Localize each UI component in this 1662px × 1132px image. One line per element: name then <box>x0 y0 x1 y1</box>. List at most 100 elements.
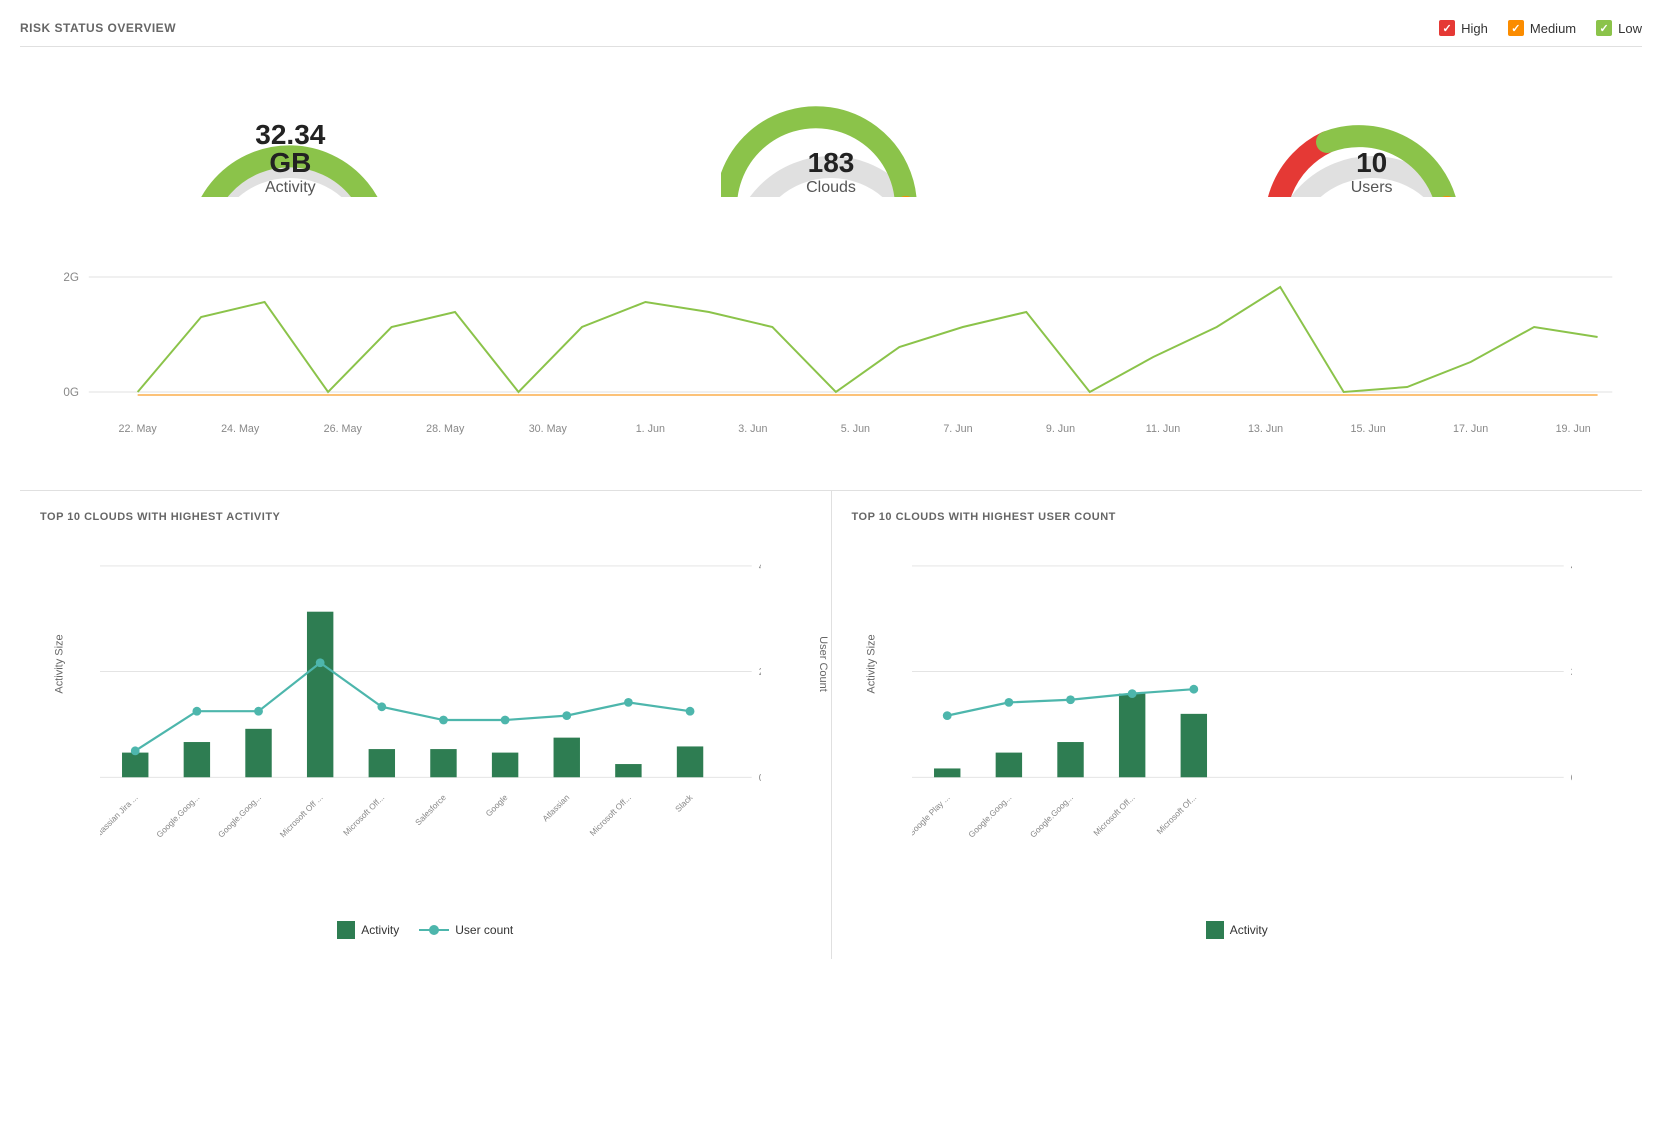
svg-text:Salesforce: Salesforce <box>413 792 448 827</box>
activity-legend-usercount-label: User count <box>455 923 513 937</box>
bar-0 <box>122 753 148 778</box>
activity-gauge-center: 32.34 GB Activity <box>235 121 345 197</box>
svg-text:Google.Goog...: Google.Goog... <box>966 792 1013 839</box>
svg-text:Atlassian Jira ...: Atlassian Jira ... <box>100 792 140 841</box>
svg-text:9. Jun: 9. Jun <box>1046 423 1075 435</box>
clouds-gauge-center: 183 Clouds <box>806 149 856 197</box>
svg-text:28. May: 28. May <box>426 423 465 435</box>
activity-legend-activity: Activity <box>337 921 399 939</box>
svg-text:Google.Goog...: Google.Goog... <box>1027 792 1074 839</box>
svg-text:Google.Goog...: Google.Goog... <box>216 792 263 839</box>
svg-text:22. May: 22. May <box>119 423 158 435</box>
risk-header: RISK STATUS OVERVIEW High Medium Low <box>20 20 1642 47</box>
medium-label: Medium <box>1530 21 1576 36</box>
bar-6 <box>492 753 518 778</box>
activity-legend-usercount: User count <box>419 921 513 939</box>
svg-text:0G: 0G <box>63 385 79 399</box>
activity-chart-panel: TOP 10 CLOUDS WITH HIGHEST ACTIVITY Acti… <box>20 491 832 959</box>
low-label: Low <box>1618 21 1642 36</box>
users-label: Users <box>1351 179 1393 197</box>
users-chart-legend: Activity <box>852 921 1623 939</box>
usercount-line-icon <box>419 929 449 931</box>
bar-4 <box>369 749 395 777</box>
activity-chart-title: TOP 10 CLOUDS WITH HIGHEST ACTIVITY <box>40 511 811 523</box>
bar-7 <box>554 738 580 778</box>
users-gauge: 10 Users <box>1222 77 1522 197</box>
svg-text:1. Jun: 1. Jun <box>636 423 665 435</box>
svg-text:Microsoft Off...: Microsoft Off... <box>1091 792 1136 837</box>
bar-1 <box>184 742 210 777</box>
svg-text:Atlassian: Atlassian <box>540 792 571 823</box>
high-checkbox[interactable] <box>1439 20 1455 36</box>
svg-text:40: 40 <box>1570 561 1572 572</box>
svg-text:Microsoft Off...: Microsoft Off... <box>588 792 633 837</box>
users-bar-0 <box>934 768 960 777</box>
activity-legend-activity-label: Activity <box>361 923 399 937</box>
svg-text:24. May: 24. May <box>221 423 260 435</box>
users-value: 10 <box>1351 149 1393 177</box>
svg-text:40: 40 <box>759 561 761 572</box>
users-bar-1 <box>995 753 1021 778</box>
clouds-label: Clouds <box>806 179 856 197</box>
gauges-section: 32.34 GB Activity 183 Clouds <box>20 57 1642 217</box>
users-gauge-visual: 10 Users <box>1262 77 1482 197</box>
bar-3 <box>307 612 333 778</box>
user-count-bar-svg: 18.63 GB 9.31 GB 0.00 B 40 20 0 <box>912 538 1573 858</box>
clouds-gauge-visual: 183 Clouds <box>721 77 941 197</box>
activity-chart-legend: Activity User count <box>40 921 811 939</box>
svg-text:Google Play ...: Google Play ... <box>912 792 952 838</box>
svg-text:15. Jun: 15. Jun <box>1350 423 1385 435</box>
svg-text:2G: 2G <box>63 270 79 284</box>
svg-text:19. Jun: 19. Jun <box>1556 423 1591 435</box>
users-bar-3 <box>1118 694 1144 778</box>
users-legend-activity: Activity <box>1206 921 1268 939</box>
activity-y-right-label: User Count <box>817 636 829 692</box>
svg-text:11. Jun: 11. Jun <box>1146 423 1180 435</box>
legend: High Medium Low <box>1439 20 1642 36</box>
bar-9 <box>677 746 703 777</box>
activity-color-box <box>337 921 355 939</box>
activity-value: 32.34 GB <box>235 121 345 177</box>
legend-low: Low <box>1596 20 1642 36</box>
svg-text:17. Jun: 17. Jun <box>1453 423 1488 435</box>
user-count-chart-title: TOP 10 CLOUDS WITH HIGHEST USER COUNT <box>852 511 1623 523</box>
users-y-left-label: Activity Size <box>865 634 877 693</box>
high-label: High <box>1461 21 1488 36</box>
svg-text:0: 0 <box>759 773 761 784</box>
line-chart-svg: 2G 0G 22. May 24. May 26. May 28. May 30… <box>40 247 1622 447</box>
users-color-box <box>1206 921 1224 939</box>
activity-gauge-visual: 32.34 GB Activity <box>180 77 400 197</box>
activity-y-left-label: Activity Size <box>54 634 66 693</box>
svg-text:20: 20 <box>759 667 761 678</box>
users-bar-2 <box>1057 742 1083 777</box>
risk-status-title: RISK STATUS OVERVIEW <box>20 21 176 35</box>
svg-text:0: 0 <box>1570 773 1572 784</box>
svg-text:30. May: 30. May <box>529 423 568 435</box>
clouds-gauge: 183 Clouds <box>681 77 981 197</box>
activity-bar-svg: 18.63 GB 9.31 GB 0.00 B 40 20 0 <box>100 538 761 858</box>
svg-text:7. Jun: 7. Jun <box>943 423 972 435</box>
legend-medium: Medium <box>1508 20 1576 36</box>
users-gauge-center: 10 Users <box>1351 149 1393 197</box>
medium-checkbox[interactable] <box>1508 20 1524 36</box>
svg-text:3. Jun: 3. Jun <box>738 423 767 435</box>
svg-text:Google: Google <box>483 792 509 818</box>
svg-text:Microsoft Off...: Microsoft Off... <box>341 792 386 837</box>
svg-text:26. May: 26. May <box>324 423 363 435</box>
bar-8 <box>615 764 641 777</box>
svg-text:Microsoft Off ...: Microsoft Off ... <box>278 792 325 839</box>
svg-text:13. Jun: 13. Jun <box>1248 423 1283 435</box>
bar-2 <box>245 729 271 777</box>
svg-text:Slack: Slack <box>673 792 695 814</box>
clouds-value: 183 <box>806 149 856 177</box>
user-count-chart-panel: TOP 10 CLOUDS WITH HIGHEST USER COUNT Ac… <box>832 491 1643 959</box>
svg-text:Microsoft Of...: Microsoft Of... <box>1154 792 1198 836</box>
users-bar-4 <box>1180 714 1206 777</box>
users-legend-activity-label: Activity <box>1230 923 1268 937</box>
svg-text:Google.Goog...: Google.Goog... <box>154 792 201 839</box>
low-checkbox[interactable] <box>1596 20 1612 36</box>
activity-gauge: 32.34 GB Activity <box>140 77 440 197</box>
svg-text:20: 20 <box>1570 667 1572 678</box>
activity-label: Activity <box>235 179 345 197</box>
legend-high: High <box>1439 20 1488 36</box>
